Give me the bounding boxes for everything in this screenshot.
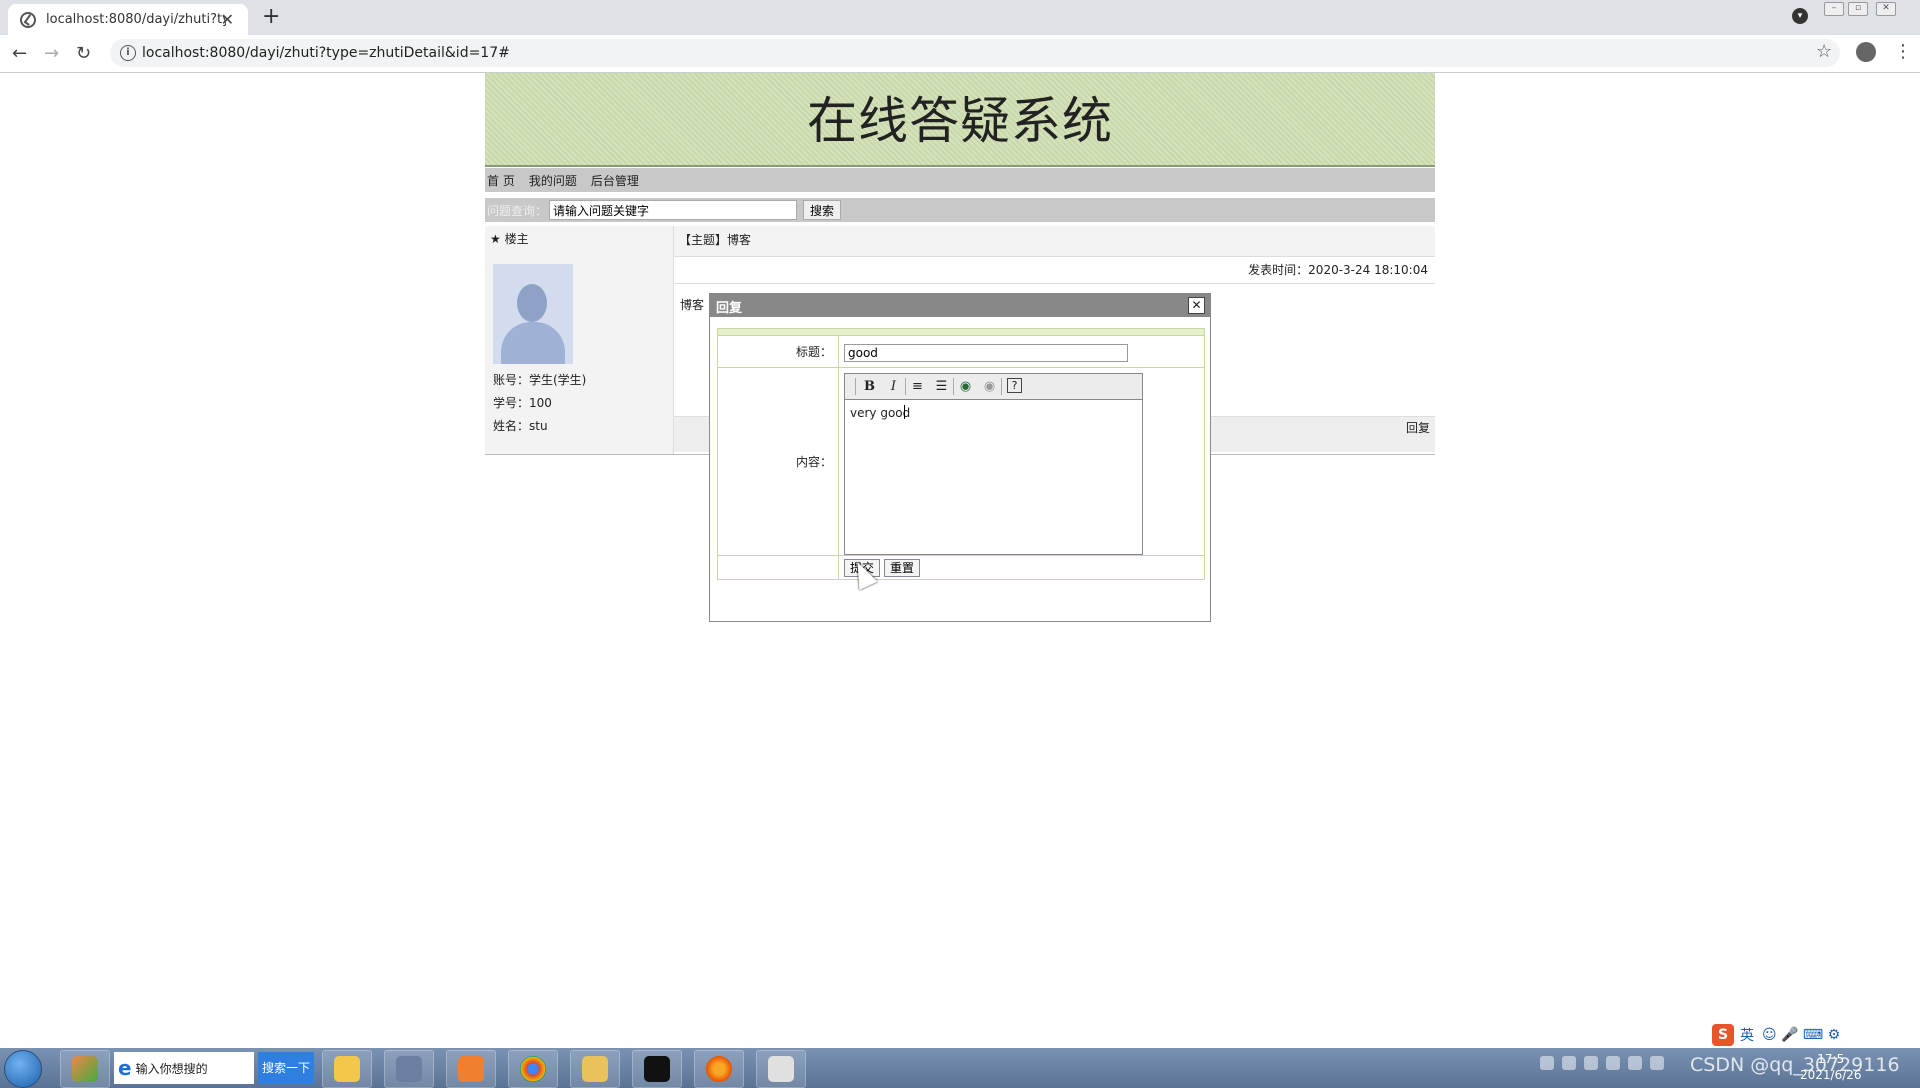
post-time: 发表时间：2020-3-24 18:10:04 bbox=[1248, 263, 1428, 277]
taskbar-search-text: 输入你想搜的 bbox=[135, 1061, 208, 1076]
search-button[interactable]: 搜索 bbox=[803, 200, 842, 220]
ie-icon: e bbox=[118, 1056, 132, 1080]
folder-icon[interactable] bbox=[322, 1050, 372, 1088]
insert-link-icon[interactable]: ◉ bbox=[957, 378, 974, 395]
button-row: 提交 重置 bbox=[718, 555, 1204, 580]
reset-button[interactable]: 重置 bbox=[884, 559, 921, 577]
tray-icon[interactable] bbox=[1584, 1056, 1598, 1070]
dialog-titlebar[interactable]: 回复 ✕ bbox=[710, 294, 1210, 317]
search-label: 问题查询： bbox=[487, 203, 548, 218]
start-button[interactable] bbox=[4, 1050, 42, 1088]
chrome-icon[interactable] bbox=[508, 1050, 558, 1088]
app-icon[interactable] bbox=[60, 1050, 110, 1088]
author-account: 账号：学生(学生) bbox=[493, 373, 587, 387]
sogou-ime-icon[interactable]: S bbox=[1712, 1024, 1734, 1046]
media-icon[interactable] bbox=[384, 1050, 434, 1088]
reply-link[interactable]: 回复 bbox=[1406, 419, 1430, 436]
site-nav: 首 页 我的问题 后台管理 bbox=[485, 168, 1435, 192]
italic-icon[interactable]: I bbox=[885, 378, 902, 395]
nav-home[interactable]: 首 页 bbox=[487, 172, 515, 189]
explorer-icon[interactable] bbox=[570, 1050, 620, 1088]
post-time-bar: 发表时间：2020-3-24 18:10:04 bbox=[674, 257, 1435, 284]
button-row-label bbox=[718, 556, 839, 580]
close-tab-icon[interactable]: ✕ bbox=[221, 10, 234, 29]
editor-toolbar: B I ≡ ☰ ◉ ◉ ? bbox=[845, 374, 1142, 400]
site-title: 在线答疑系统 bbox=[807, 92, 1113, 150]
minimize-icon[interactable]: – bbox=[1824, 2, 1844, 16]
ime-bar: S 英 ☺ 🎤 ⌨ ⚙ bbox=[1712, 1023, 1920, 1047]
tray-icon[interactable] bbox=[1606, 1056, 1620, 1070]
ime-language[interactable]: 英 bbox=[1740, 1025, 1754, 1045]
nav-admin[interactable]: 后台管理 bbox=[591, 172, 639, 189]
menu-icon[interactable]: ⋮ bbox=[1894, 41, 1912, 62]
title-input[interactable] bbox=[844, 344, 1128, 362]
bookmark-star-icon[interactable]: ☆ bbox=[1816, 41, 1832, 62]
rich-text-editor: B I ≡ ☰ ◉ ◉ ? very good bbox=[844, 373, 1143, 555]
content-label: 内容： bbox=[718, 368, 839, 556]
watermark: CSDN @qq_30729116 bbox=[1690, 1054, 1900, 1076]
site-info-icon[interactable]: i bbox=[120, 45, 136, 61]
author-name: 姓名：stu bbox=[493, 419, 548, 433]
clock[interactable]: 17:5 2021/6/26 bbox=[1800, 1051, 1862, 1083]
url-text[interactable]: localhost:8080/dayi/zhuti?type=zhutiDeta… bbox=[142, 45, 510, 61]
close-icon[interactable]: ✕ bbox=[1188, 297, 1205, 314]
settings-app-icon[interactable] bbox=[446, 1050, 496, 1088]
taskbar: e 输入你想搜的 搜索一下 bbox=[0, 1048, 1920, 1088]
back-icon[interactable]: ← bbox=[12, 43, 27, 64]
forward-icon[interactable]: → bbox=[44, 43, 59, 64]
remove-link-icon[interactable]: ◉ bbox=[981, 378, 998, 395]
help-icon[interactable]: ? bbox=[1007, 378, 1022, 393]
content-row: 内容： B I ≡ ☰ ◉ ◉ ? very good bbox=[718, 367, 1204, 556]
tab-strip: localhost:8080/dayi/zhuti?type ✕ + ▾ – ▫… bbox=[0, 0, 1920, 35]
site-banner: 在线答疑系统 bbox=[485, 73, 1435, 167]
text-caret bbox=[904, 405, 905, 419]
system-tray bbox=[1540, 1056, 1664, 1070]
bold-icon[interactable]: B bbox=[861, 378, 878, 395]
intellij-icon[interactable] bbox=[632, 1050, 682, 1088]
topic-title: 【主题】博客 bbox=[679, 233, 752, 247]
content-textarea[interactable]: very good bbox=[845, 400, 1142, 554]
clock-time: 17:5 bbox=[1817, 1052, 1845, 1066]
terminal-icon[interactable] bbox=[756, 1050, 806, 1088]
title-label: 标题： bbox=[718, 336, 839, 368]
tray-icon[interactable] bbox=[1540, 1056, 1554, 1070]
browser-tab[interactable]: localhost:8080/dayi/zhuti?type ✕ bbox=[8, 4, 248, 35]
tray-icon[interactable] bbox=[1562, 1056, 1576, 1070]
content-text: very good bbox=[850, 406, 911, 420]
ime-tools-icon[interactable]: ☺ 🎤 ⌨ ⚙ bbox=[1762, 1027, 1840, 1043]
search-input[interactable] bbox=[549, 200, 798, 220]
post-content: 博客 bbox=[680, 298, 705, 312]
ordered-list-icon[interactable]: ≡ bbox=[909, 378, 926, 395]
tray-icon[interactable] bbox=[1650, 1056, 1664, 1070]
nav-my-questions[interactable]: 我的问题 bbox=[529, 172, 577, 189]
author-panel: ★ 楼主 账号：学生(学生) 学号：100 姓名：stu bbox=[485, 226, 674, 454]
author-student-no: 学号：100 bbox=[493, 396, 552, 410]
topic-bar: 【主题】博客 bbox=[674, 226, 1435, 257]
dialog-title: 回复 bbox=[716, 301, 743, 316]
author-role: ★ 楼主 bbox=[490, 232, 529, 246]
tray-icon[interactable] bbox=[1628, 1056, 1642, 1070]
globe-icon bbox=[20, 11, 36, 28]
question-search-bar: 问题查询： 搜索 bbox=[485, 198, 1435, 222]
profile-icon[interactable] bbox=[1856, 42, 1876, 62]
tab-title: localhost:8080/dayi/zhuti?type bbox=[46, 12, 226, 27]
taskbar-search-button[interactable]: 搜索一下 bbox=[258, 1052, 314, 1084]
firefox-icon[interactable] bbox=[694, 1050, 744, 1088]
taskbar-search-input[interactable]: e 输入你想搜的 bbox=[114, 1052, 254, 1084]
unordered-list-icon[interactable]: ☰ bbox=[933, 378, 950, 395]
reload-icon[interactable]: ↻ bbox=[76, 43, 91, 64]
tab-search-icon[interactable]: ▾ bbox=[1792, 8, 1808, 24]
reply-form: 标题： 内容： B I ≡ ☰ ◉ ◉ ? bbox=[717, 328, 1205, 580]
reply-dialog: 回复 ✕ 标题： 内容： B I ≡ ☰ ◉ ◉ bbox=[709, 293, 1211, 622]
avatar bbox=[493, 264, 573, 364]
new-tab-button[interactable]: + bbox=[262, 4, 280, 29]
title-row: 标题： bbox=[718, 335, 1204, 368]
window-close-icon[interactable]: ✕ bbox=[1876, 2, 1896, 16]
restore-icon[interactable]: ▫ bbox=[1848, 2, 1868, 16]
omnibox[interactable]: i localhost:8080/dayi/zhuti?type=zhutiDe… bbox=[110, 39, 1840, 67]
clock-date: 2021/6/26 bbox=[1800, 1068, 1862, 1082]
address-bar: ← → ↻ i localhost:8080/dayi/zhuti?type=z… bbox=[0, 35, 1920, 73]
